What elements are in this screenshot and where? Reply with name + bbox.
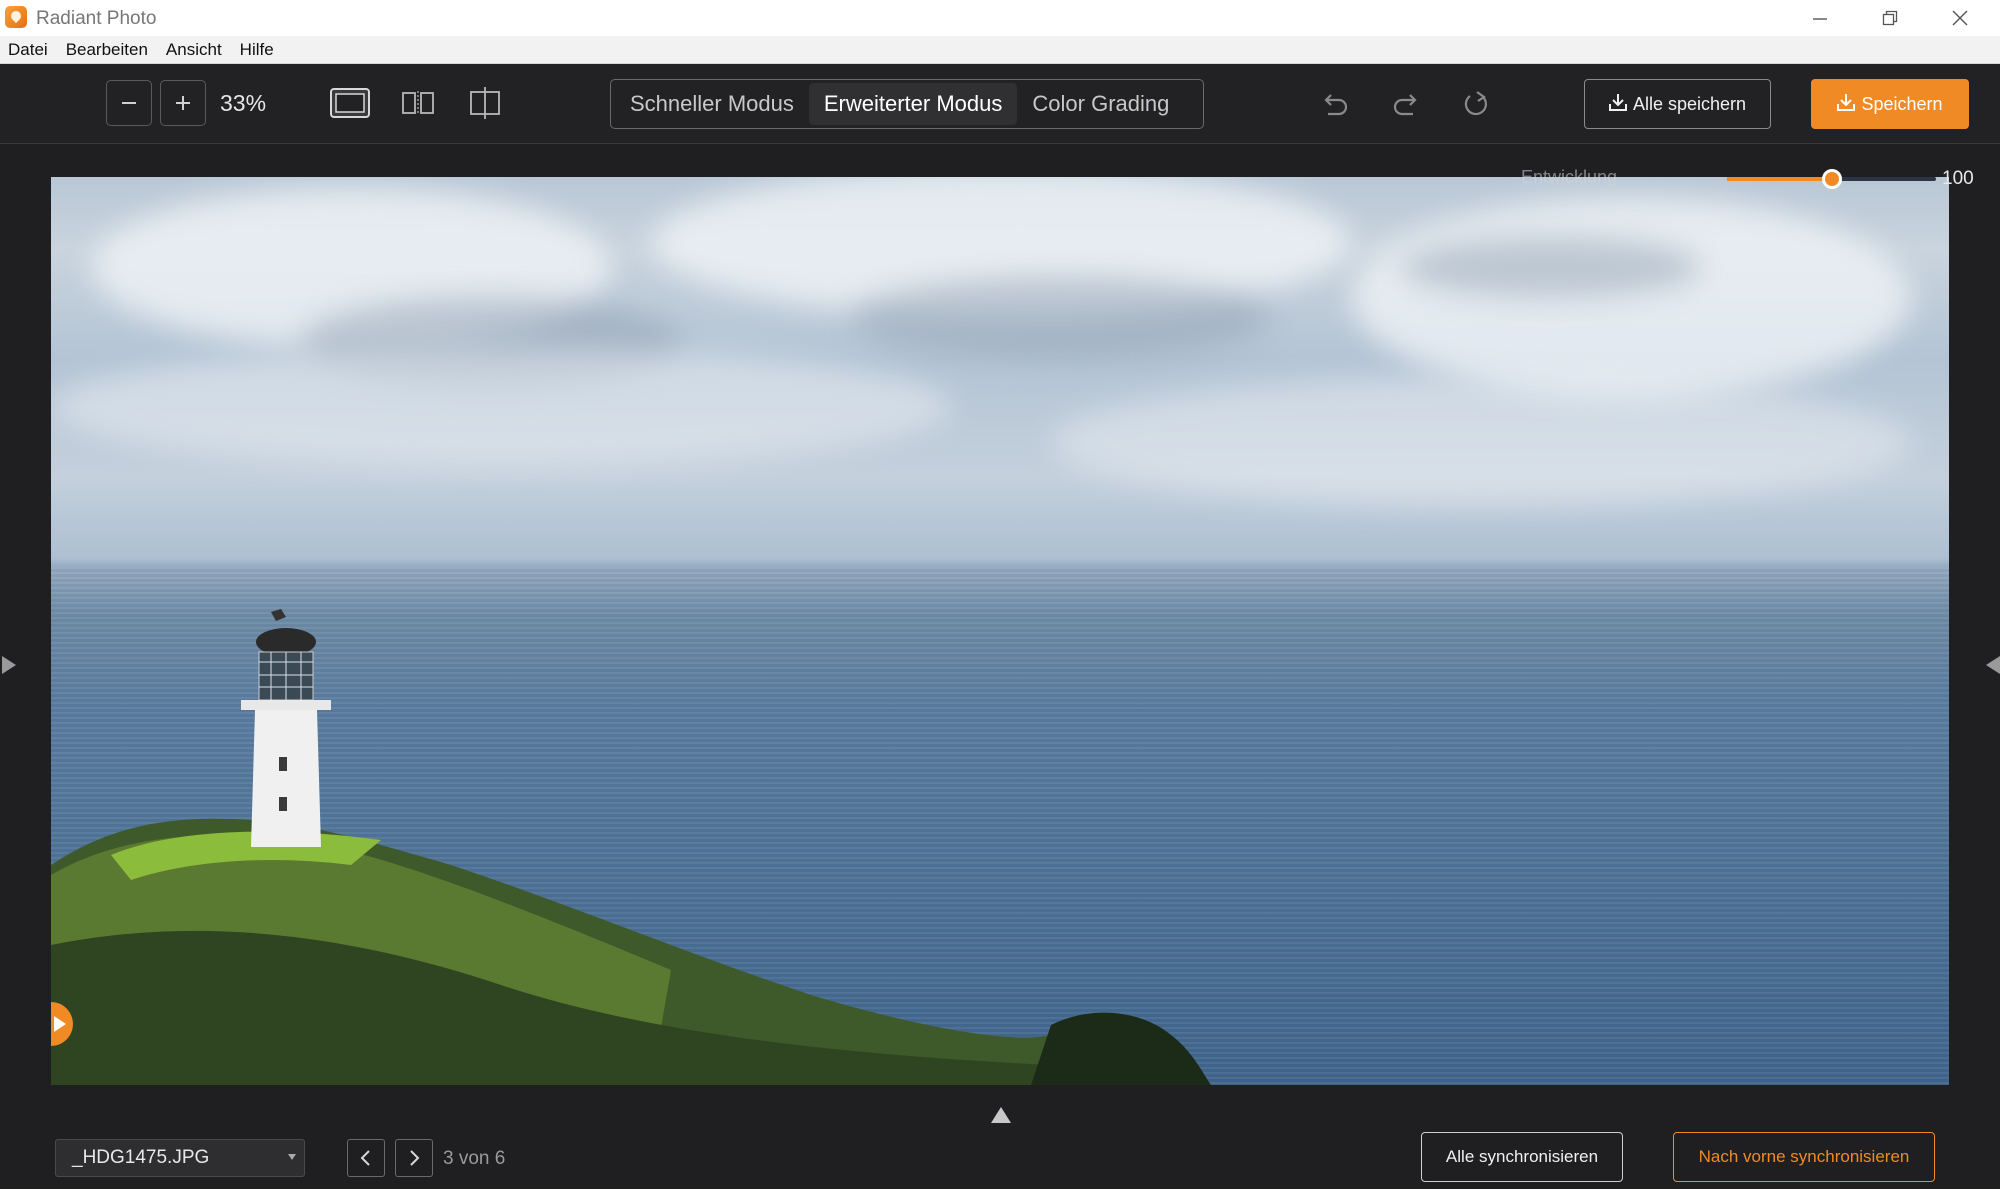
main-toolbar: 33% Schneller Modus Erweiterter Modus Co…: [0, 64, 2000, 144]
zoom-level: 33%: [220, 90, 267, 116]
crop-compare-button[interactable]: [466, 86, 506, 120]
split-view-button[interactable]: [398, 86, 438, 120]
development-value: 100: [1942, 168, 1974, 189]
redo-icon: [1393, 94, 1417, 116]
tab-color-grading[interactable]: Color Grading: [1017, 83, 1184, 125]
undo-button[interactable]: [1317, 86, 1353, 122]
crop-compare-icon: [470, 87, 500, 119]
undo-icon: [1324, 94, 1348, 116]
zoom-in-button[interactable]: [160, 80, 206, 126]
previous-image-button[interactable]: [347, 1139, 385, 1177]
file-select[interactable]: _HDG1475.JPG: [55, 1139, 305, 1177]
menu-item-datei[interactable]: Datei: [8, 40, 48, 60]
title-bar: Radiant Photo: [0, 0, 2000, 36]
save-all-button[interactable]: Alle speichern: [1584, 79, 1771, 129]
next-image-button[interactable]: [395, 1139, 433, 1177]
right-panel-toggle-icon[interactable]: [1986, 656, 2000, 674]
minimize-icon[interactable]: [1785, 0, 1855, 36]
app-title: Radiant Photo: [36, 8, 157, 29]
restore-icon[interactable]: [1855, 0, 1925, 36]
image-counter: 3 von 6: [443, 1148, 506, 1169]
headland-image: [51, 818, 1211, 1085]
split-view-icon: [402, 91, 434, 115]
dropdown-caret-icon: [288, 1154, 296, 1160]
save-button[interactable]: Speichern: [1811, 79, 1969, 129]
menu-item-ansicht[interactable]: Ansicht: [166, 40, 222, 60]
photo-preview[interactable]: [51, 177, 1949, 1085]
chevron-right-icon: [410, 1150, 420, 1166]
sync-all-button[interactable]: Alle synchronisieren: [1421, 1132, 1623, 1182]
menu-item-hilfe[interactable]: Hilfe: [240, 40, 274, 60]
redo-button[interactable]: [1388, 86, 1424, 122]
save-all-label: Alle speichern: [1632, 93, 1747, 114]
minus-icon: [122, 102, 136, 104]
development-slider-fill: [1727, 177, 1832, 181]
sync-forward-button[interactable]: Nach vorne synchronisieren: [1673, 1132, 1935, 1182]
tab-schneller-modus[interactable]: Schneller Modus: [615, 83, 809, 125]
left-panel-toggle-icon[interactable]: [2, 656, 16, 674]
menu-item-bearbeiten[interactable]: Bearbeiten: [66, 40, 148, 60]
plus-icon: [176, 96, 190, 110]
mode-switcher: Schneller Modus Erweiterter Modus Color …: [610, 79, 1204, 129]
filmstrip-toggle-icon[interactable]: [991, 1107, 1011, 1123]
reset-button[interactable]: [1458, 86, 1494, 122]
tab-erweiterter-modus[interactable]: Erweiterter Modus: [808, 83, 1018, 125]
development-slider[interactable]: [1727, 169, 1936, 189]
chevron-left-icon: [360, 1150, 370, 1166]
download-icon: [1608, 93, 1627, 116]
reset-icon: [1464, 91, 1488, 116]
zoom-out-button[interactable]: [106, 80, 152, 126]
file-name: _HDG1475.JPG: [72, 1147, 210, 1168]
development-label: Entwicklung: [1521, 167, 1618, 187]
development-slider-handle[interactable]: [1821, 169, 1842, 189]
lighthouse-image: [241, 609, 331, 847]
single-view-icon: [330, 88, 370, 118]
single-view-button[interactable]: [330, 86, 370, 120]
app-logo-icon: [5, 6, 27, 28]
save-label: Speichern: [1861, 93, 1943, 114]
download-icon: [1837, 93, 1856, 116]
menu-bar: Datei Bearbeiten Ansicht Hilfe: [0, 36, 2000, 64]
close-icon[interactable]: [1925, 0, 1995, 36]
